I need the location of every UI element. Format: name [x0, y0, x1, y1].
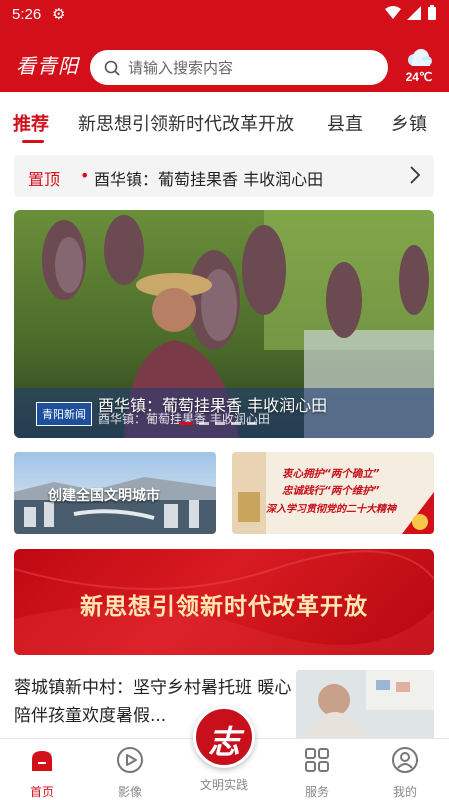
category-tabs: 推荐 新思想引领新时代改革开放 县直 乡镇 [0, 92, 449, 148]
pagination-dot[interactable] [179, 422, 193, 425]
search-bar[interactable] [90, 50, 388, 85]
grid-icon [305, 748, 329, 772]
pinned-title: 酉华镇：葡萄挂果香 丰收润心田 [94, 170, 324, 189]
signal-icon [407, 6, 421, 20]
pinned-dot: • [80, 166, 90, 185]
pagination-dot[interactable] [199, 422, 209, 425]
promo-banner-text: 新思想引领新时代改革开放 [80, 594, 368, 620]
civilization-practice-button[interactable]: 志 [193, 706, 255, 768]
weather-widget[interactable]: 24℃ [397, 48, 441, 84]
promo-banner[interactable]: 新思想引领新时代改革开放 [14, 549, 434, 655]
pinned-tag: 置顶 [28, 170, 61, 189]
civilized-city-card[interactable]: 创建全国文明城市 [14, 452, 216, 534]
volunteer-icon: 志 [207, 723, 240, 761]
hero-banner[interactable]: 青阳新闻 酉华镇：葡萄挂果香 丰收润心田 酉华镇：葡萄挂果香 丰收润心田 [14, 210, 434, 438]
banner-pagination [179, 422, 257, 425]
slogan-line-3: 深入学习贯彻党的二十大精神 [266, 504, 396, 515]
nav-video[interactable]: 影像 [100, 745, 160, 800]
wifi-icon [385, 6, 401, 19]
app-logo: 看青阳 [16, 54, 79, 78]
nav-profile[interactable]: 我的 [375, 745, 435, 800]
tab-recommend[interactable]: 推荐 [13, 110, 49, 136]
user-icon [392, 747, 418, 773]
weather-temperature: 24℃ [405, 70, 433, 84]
battery-icon [428, 5, 436, 20]
nav-label-home: 首页 [29, 785, 54, 799]
home-icon [32, 751, 52, 771]
settings-status-icon: ⚙ [52, 5, 66, 23]
nav-home[interactable]: 首页 [12, 745, 72, 800]
slogan-line-1: 衷心拥护“两个确立” [282, 468, 380, 480]
pagination-dot[interactable] [231, 422, 241, 425]
cloud-icon [408, 49, 432, 66]
search-input[interactable] [128, 58, 368, 77]
news-thumbnail [296, 670, 434, 740]
nav-label-services: 服务 [304, 785, 329, 799]
tab-township[interactable]: 乡镇 [391, 110, 427, 136]
slogan-line-2: 忠诚践行“两个维护” [282, 485, 380, 497]
pagination-dot[interactable] [247, 422, 257, 425]
active-tab-indicator [22, 140, 44, 143]
tab-county[interactable]: 县直 [327, 110, 363, 136]
pinned-news[interactable]: 置顶 • 酉华镇：葡萄挂果香 丰收润心田 [14, 155, 434, 197]
play-icon [117, 747, 143, 773]
nav-label-video: 影像 [117, 785, 142, 799]
civilized-city-label: 创建全国文明城市 [48, 488, 160, 504]
banner-source-badge: 青阳新闻 [36, 402, 92, 426]
news-title: 蓉城镇新中村：坚守乡村暑托班 暖心陪伴孩童欢度暑假... [14, 678, 292, 726]
search-icon [104, 60, 120, 76]
nav-label-civilization-practice: 文明实践 [199, 778, 248, 792]
status-time: 5:26 [12, 6, 42, 23]
pagination-dot[interactable] [215, 422, 225, 425]
status-bar: 5:26 ⚙ [0, 0, 449, 30]
tab-new-thought[interactable]: 新思想引领新时代改革开放 [78, 110, 294, 136]
app-header: 看青阳 24℃ [0, 30, 449, 92]
nav-services[interactable]: 服务 [287, 745, 347, 800]
chevron-right-icon [410, 166, 420, 184]
party-slogan-card[interactable]: 衷心拥护“两个确立” 忠诚践行“两个维护” 深入学习贯彻党的二十大精神 [232, 452, 434, 534]
status-indicators [385, 5, 437, 21]
nav-label-profile: 我的 [392, 785, 417, 799]
